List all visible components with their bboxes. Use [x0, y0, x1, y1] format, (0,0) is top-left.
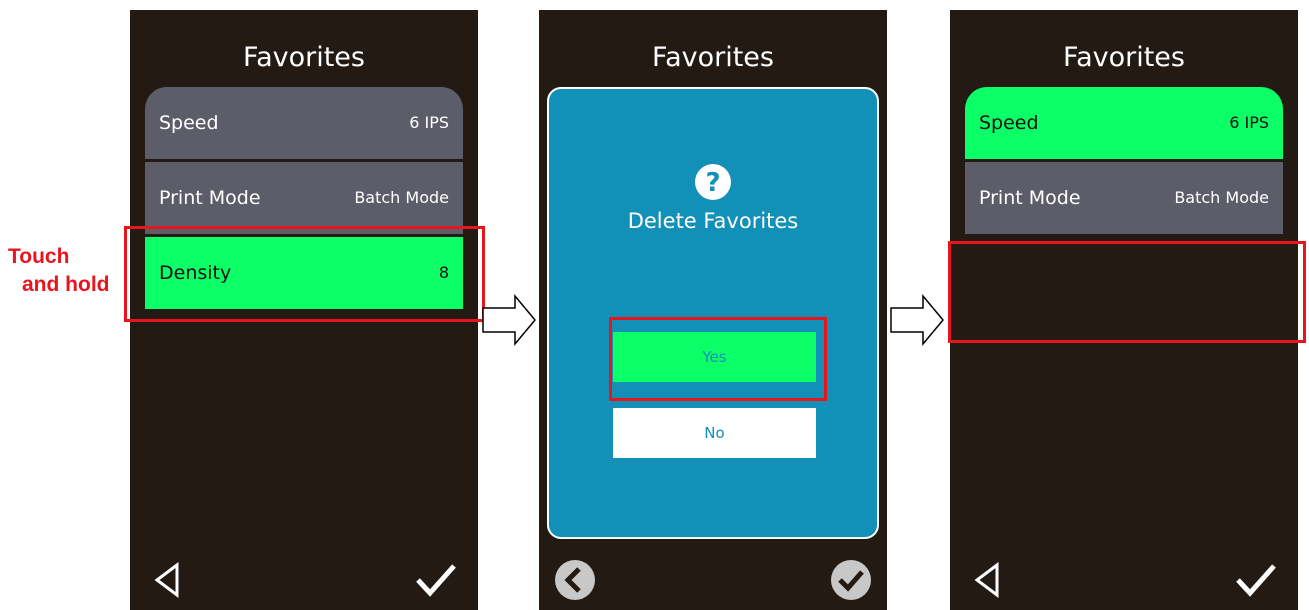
highlight-density-row: [124, 226, 485, 322]
favorites-screen-delete-dialog: Favorites ? Delete Favorites Yes No: [539, 10, 887, 610]
back-triangle-icon[interactable]: [972, 560, 1002, 600]
touch-and-hold-annotation: Touch and hold: [8, 243, 110, 299]
page-title: Favorites: [652, 42, 774, 73]
check-circle-icon[interactable]: [829, 558, 873, 602]
favorite-item-speed[interactable]: Speed 6 IPS: [145, 87, 463, 159]
highlight-removed-row: [948, 241, 1306, 343]
dialog-title: Delete Favorites: [627, 209, 799, 233]
item-value: 6 IPS: [1229, 113, 1269, 132]
next-step-arrow-icon: [890, 294, 944, 346]
favorite-item-speed[interactable]: Speed 6 IPS: [965, 87, 1283, 159]
page-title: Favorites: [243, 42, 365, 73]
checkmark-icon[interactable]: [414, 560, 458, 600]
annotation-line-1: Touch: [8, 245, 70, 268]
page-title: Favorites: [1063, 42, 1185, 73]
delete-favorites-dialog: ? Delete Favorites Yes No: [547, 87, 879, 539]
next-step-arrow-icon: [482, 294, 536, 346]
item-value: Batch Mode: [1174, 188, 1269, 207]
item-value: 6 IPS: [409, 113, 449, 132]
annotation-line-2: and hold: [22, 273, 110, 296]
item-label: Print Mode: [159, 187, 261, 209]
item-label: Speed: [979, 112, 1039, 134]
svg-text:?: ?: [705, 168, 720, 198]
back-circle-icon[interactable]: [553, 558, 597, 602]
favorite-item-print-mode[interactable]: Print Mode Batch Mode: [145, 162, 463, 234]
highlight-yes-button: [609, 317, 827, 401]
checkmark-icon[interactable]: [1234, 560, 1278, 600]
no-button[interactable]: No: [613, 408, 816, 458]
item-value: Batch Mode: [354, 188, 449, 207]
favorite-item-print-mode[interactable]: Print Mode Batch Mode: [965, 162, 1283, 234]
item-label: Print Mode: [979, 187, 1081, 209]
item-label: Speed: [159, 112, 219, 134]
back-triangle-icon[interactable]: [152, 560, 182, 600]
question-icon: ?: [695, 164, 731, 200]
